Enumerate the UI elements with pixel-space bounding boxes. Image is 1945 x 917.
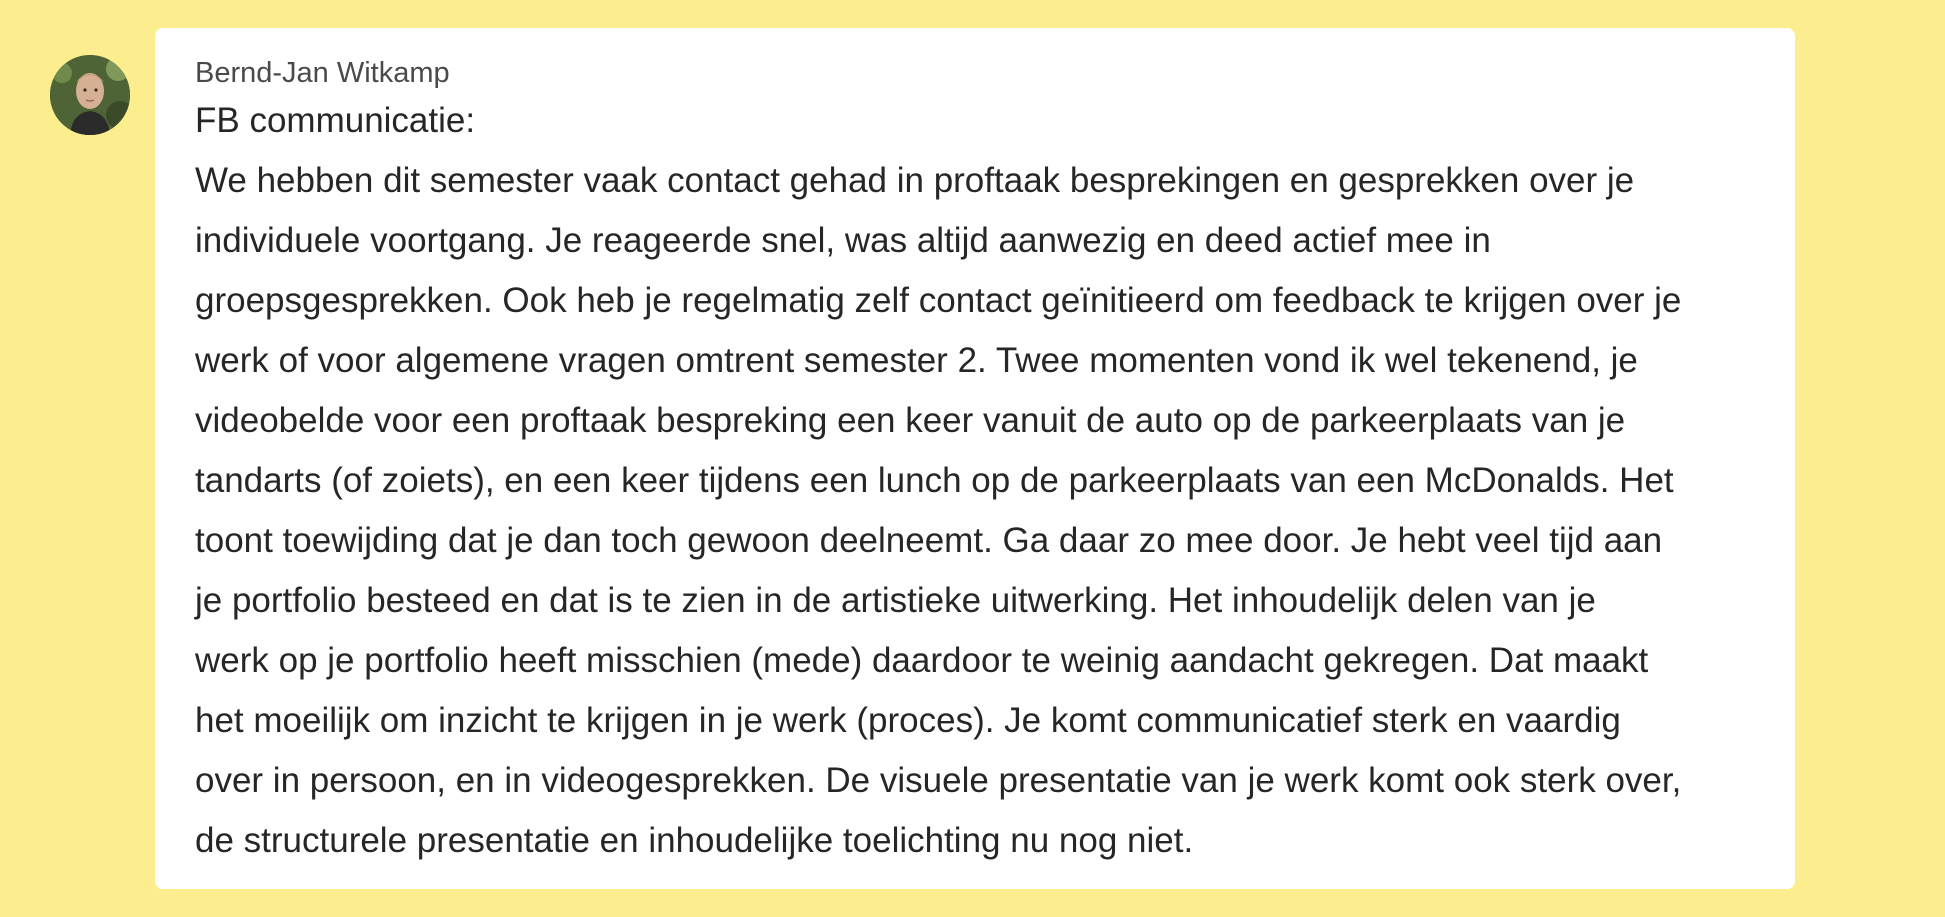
- message-line: groepsgesprekken. Ook heb je regelmatig …: [195, 281, 1682, 320]
- message-line: individuele voortgang. Je reageerde snel…: [195, 221, 1491, 260]
- message-line: over in persoon, en in videogesprekken. …: [195, 761, 1682, 800]
- message-line: de structurele presentatie en inhoudelij…: [195, 821, 1194, 860]
- avatar[interactable]: [50, 55, 130, 135]
- message-line: werk op je portfolio heeft misschien (me…: [195, 641, 1649, 680]
- message-line: We hebben dit semester vaak contact geha…: [195, 161, 1635, 200]
- author-name: Bernd-Jan Witkamp: [195, 57, 450, 89]
- message-line: je portfolio besteed en dat is te zien i…: [195, 581, 1596, 620]
- message-line: werk of voor algemene vragen omtrent sem…: [195, 341, 1638, 380]
- message-body: We hebben dit semester vaak contact geha…: [195, 151, 1755, 871]
- message-card: Bernd-Jan Witkamp FB communicatie: We he…: [155, 28, 1795, 889]
- message-heading: FB communicatie:: [195, 101, 476, 140]
- message-line: het moeilijk om inzicht te krijgen in je…: [195, 701, 1621, 740]
- message-line: toont toewijding dat je dan toch gewoon …: [195, 521, 1663, 560]
- message-line: tandarts (of zoiets), en een keer tijden…: [195, 461, 1674, 500]
- message-line: videobelde voor een proftaak bespreking …: [195, 401, 1626, 440]
